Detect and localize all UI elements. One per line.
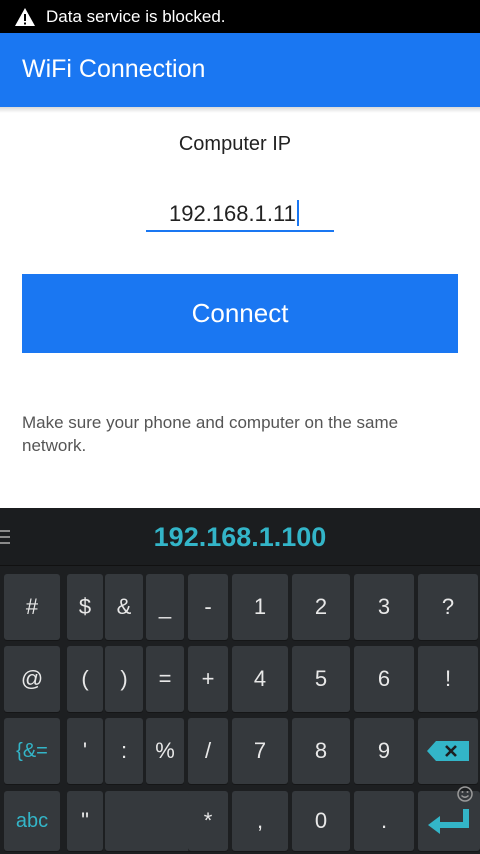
ip-input-text-wrap: 192.168.1.11	[169, 200, 299, 227]
key-6[interactable]: 6	[354, 646, 414, 712]
key-label: *	[203, 808, 213, 833]
key-label: %	[155, 738, 175, 763]
key-label: -	[204, 594, 212, 619]
key-symbol[interactable]: -	[188, 574, 228, 640]
key-symbol[interactable]: "	[67, 791, 103, 851]
app-title: WiFi Connection	[22, 55, 206, 83]
key-label: (	[81, 666, 89, 691]
key-symbol[interactable]: !	[418, 646, 478, 712]
key-label: 0	[314, 808, 328, 833]
key-label: )	[120, 666, 128, 691]
ip-input-value: 192.168.1.11	[169, 201, 296, 226]
key-1[interactable]: 1	[232, 574, 288, 640]
symbols-toggle-key[interactable]: {&=	[4, 718, 60, 784]
key-4[interactable]: 4	[232, 646, 288, 712]
key-symbol[interactable]: +	[188, 646, 228, 712]
key-label: 9	[377, 738, 391, 763]
key-label: .	[380, 808, 388, 833]
key-symbol[interactable]: '	[67, 718, 103, 784]
abc-key[interactable]: abc	[4, 791, 60, 851]
suggestion-strip: 192.168.1.100	[0, 508, 480, 566]
key-symbol[interactable]: ?	[418, 574, 478, 640]
key-symbol[interactable]: $	[67, 574, 103, 640]
key-label: abc	[15, 809, 49, 832]
backspace-icon	[427, 741, 469, 761]
ip-label: Computer IP	[178, 133, 292, 155]
keyboard: 192.168.1.100 # $ & _ - 1 2 3? @ () = +4 5 6! {&= ':% / 7…	[0, 508, 480, 854]
suggestion-item[interactable]: 192.168.1.100	[0, 522, 480, 553]
key-9[interactable]: 9	[354, 718, 414, 784]
status-bar: Data service is blocked.	[0, 0, 480, 33]
key-label: {&=	[16, 739, 48, 762]
backspace-key[interactable]	[418, 718, 478, 784]
key-label: 6	[377, 666, 391, 691]
key-label: _	[158, 594, 172, 619]
key-label: '	[82, 738, 88, 763]
ip-input[interactable]: 192.168.1.11	[146, 196, 334, 232]
key-label: 7	[253, 738, 267, 763]
hint-text: Make sure your phone and computer on the…	[22, 413, 399, 455]
app-bar-shadow	[0, 107, 480, 113]
key-symbol[interactable]: (	[67, 646, 103, 712]
key-label: #	[25, 594, 39, 619]
key-symbol[interactable]: /	[188, 718, 228, 784]
key-5[interactable]: 5	[292, 646, 350, 712]
key-label: /	[204, 738, 212, 763]
key-label: 5	[314, 666, 328, 691]
key-label: 3	[377, 594, 391, 619]
key-symbol[interactable]: :	[105, 718, 143, 784]
key-symbol[interactable]: @	[4, 646, 60, 712]
key-0[interactable]: 0	[292, 791, 350, 851]
key-label: =	[158, 666, 172, 691]
key-symbol[interactable]: #	[4, 574, 60, 640]
enter-icon	[428, 809, 469, 834]
key-symbol[interactable]: )	[105, 646, 143, 712]
key-symbol[interactable]: &	[105, 574, 143, 640]
key-symbol[interactable]: =	[146, 646, 184, 712]
key-label: :	[120, 738, 128, 763]
key-label: $	[78, 594, 92, 619]
key-label: ?	[441, 594, 455, 619]
key-label: 4	[253, 666, 267, 691]
app-bar: WiFi Connection	[0, 33, 480, 107]
key-symbol[interactable]: %	[146, 718, 184, 784]
key-7[interactable]: 7	[232, 718, 288, 784]
key-label: ,	[256, 808, 264, 833]
key-2[interactable]: 2	[292, 574, 350, 640]
key-3[interactable]: 3	[354, 574, 414, 640]
key-symbol[interactable]: *	[188, 791, 228, 851]
key-label: 1	[253, 594, 267, 619]
key-symbol[interactable]: _	[146, 574, 184, 640]
key-label: 2	[314, 594, 328, 619]
key-label: @	[20, 666, 44, 691]
key-label: "	[81, 808, 89, 833]
key-label: &	[116, 594, 132, 619]
emoji-icon	[457, 786, 473, 802]
status-message: Data service is blocked.	[46, 6, 226, 26]
key-label: 8	[314, 738, 328, 763]
key-label: +	[201, 666, 215, 691]
text-caret	[296, 200, 299, 226]
key-label: !	[444, 666, 452, 691]
enter-key[interactable]	[418, 786, 480, 851]
warning-icon	[15, 7, 35, 26]
key-symbol[interactable]: .	[354, 791, 414, 851]
connect-button[interactable]: Connect	[22, 274, 458, 353]
key-8[interactable]: 8	[292, 718, 350, 784]
key-symbol[interactable]: ,	[232, 791, 288, 851]
